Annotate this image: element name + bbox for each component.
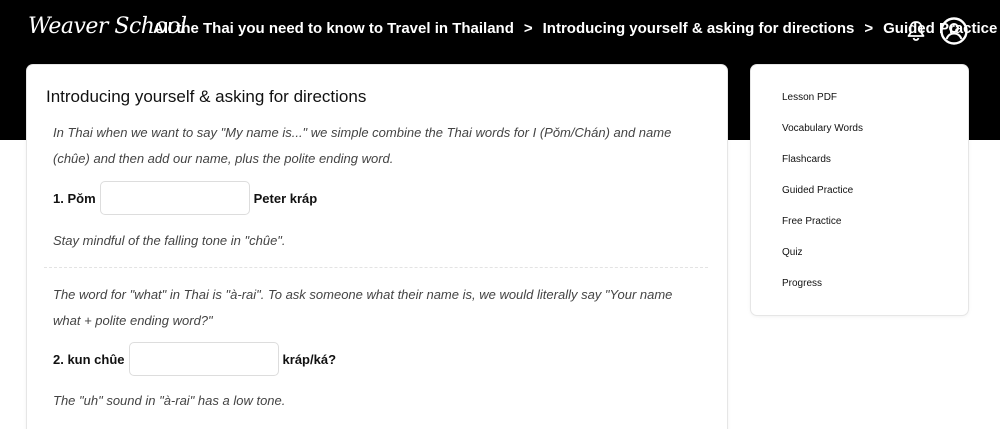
sidebar-menu: Lesson PDF Vocabulary Words Flashcards G…	[782, 91, 863, 308]
question-divider	[44, 267, 708, 268]
q2-instructions: The word for "what" in Thai is "à-rai". …	[53, 282, 703, 334]
breadcrumb-lesson[interactable]: Introducing yourself & asking for direct…	[543, 20, 855, 37]
q2-instructions-line: what + polite ending word?"	[53, 313, 213, 328]
q2-row: 2. kun chûe kráp/ká?	[53, 342, 336, 376]
q1-row: 1. Pǒm Peter kráp	[53, 181, 317, 215]
bell-icon[interactable]	[906, 20, 926, 42]
q1-suffix: Peter kráp	[253, 190, 318, 206]
lesson-sidebar: Lesson PDF Vocabulary Words Flashcards G…	[751, 65, 968, 315]
sidebar-item-progress[interactable]: Progress	[782, 277, 863, 308]
q1-answer-input[interactable]	[99, 181, 250, 215]
breadcrumb-course[interactable]: All the Thai you need to know to Travel …	[153, 20, 514, 37]
q2-answer-input[interactable]	[128, 342, 279, 376]
sidebar-item-lesson-pdf[interactable]: Lesson PDF	[782, 91, 863, 122]
q2-hint: The "uh" sound in "à-rai" has a low tone…	[53, 393, 286, 408]
q2-instructions-line: The word for "what" in Thai is "à-rai". …	[53, 287, 673, 302]
lesson-card: Introducing yourself & asking for direct…	[27, 65, 727, 429]
sidebar-item-quiz[interactable]: Quiz	[782, 246, 863, 277]
sidebar-item-guided-practice[interactable]: Guided Practice	[782, 184, 863, 215]
q1-hint: Stay mindful of the falling tone in "chû…	[53, 233, 286, 248]
breadcrumb-separator: >	[523, 20, 533, 37]
sidebar-item-free-practice[interactable]: Free Practice	[782, 215, 863, 246]
q2-suffix: kráp/ká?	[282, 351, 337, 367]
top-navbar: Weaver School All the Thai you need to k…	[0, 0, 1000, 62]
account-circle-icon[interactable]	[940, 17, 968, 45]
q1-prefix: 1. Pǒm	[53, 190, 96, 206]
q1-instructions-line: (chûe) and then add our name, plus the p…	[53, 151, 394, 166]
lesson-title: Introducing yourself & asking for direct…	[46, 87, 367, 106]
sidebar-item-vocabulary-words[interactable]: Vocabulary Words	[782, 122, 863, 153]
breadcrumb-separator: >	[864, 20, 874, 37]
sidebar-item-flashcards[interactable]: Flashcards	[782, 153, 863, 184]
breadcrumb: All the Thai you need to know to Travel …	[153, 20, 997, 37]
q1-instructions-line: In Thai when we want to say "My name is.…	[53, 125, 672, 140]
q2-prefix: 2. kun chûe	[53, 351, 125, 367]
q1-instructions: In Thai when we want to say "My name is.…	[53, 120, 703, 172]
